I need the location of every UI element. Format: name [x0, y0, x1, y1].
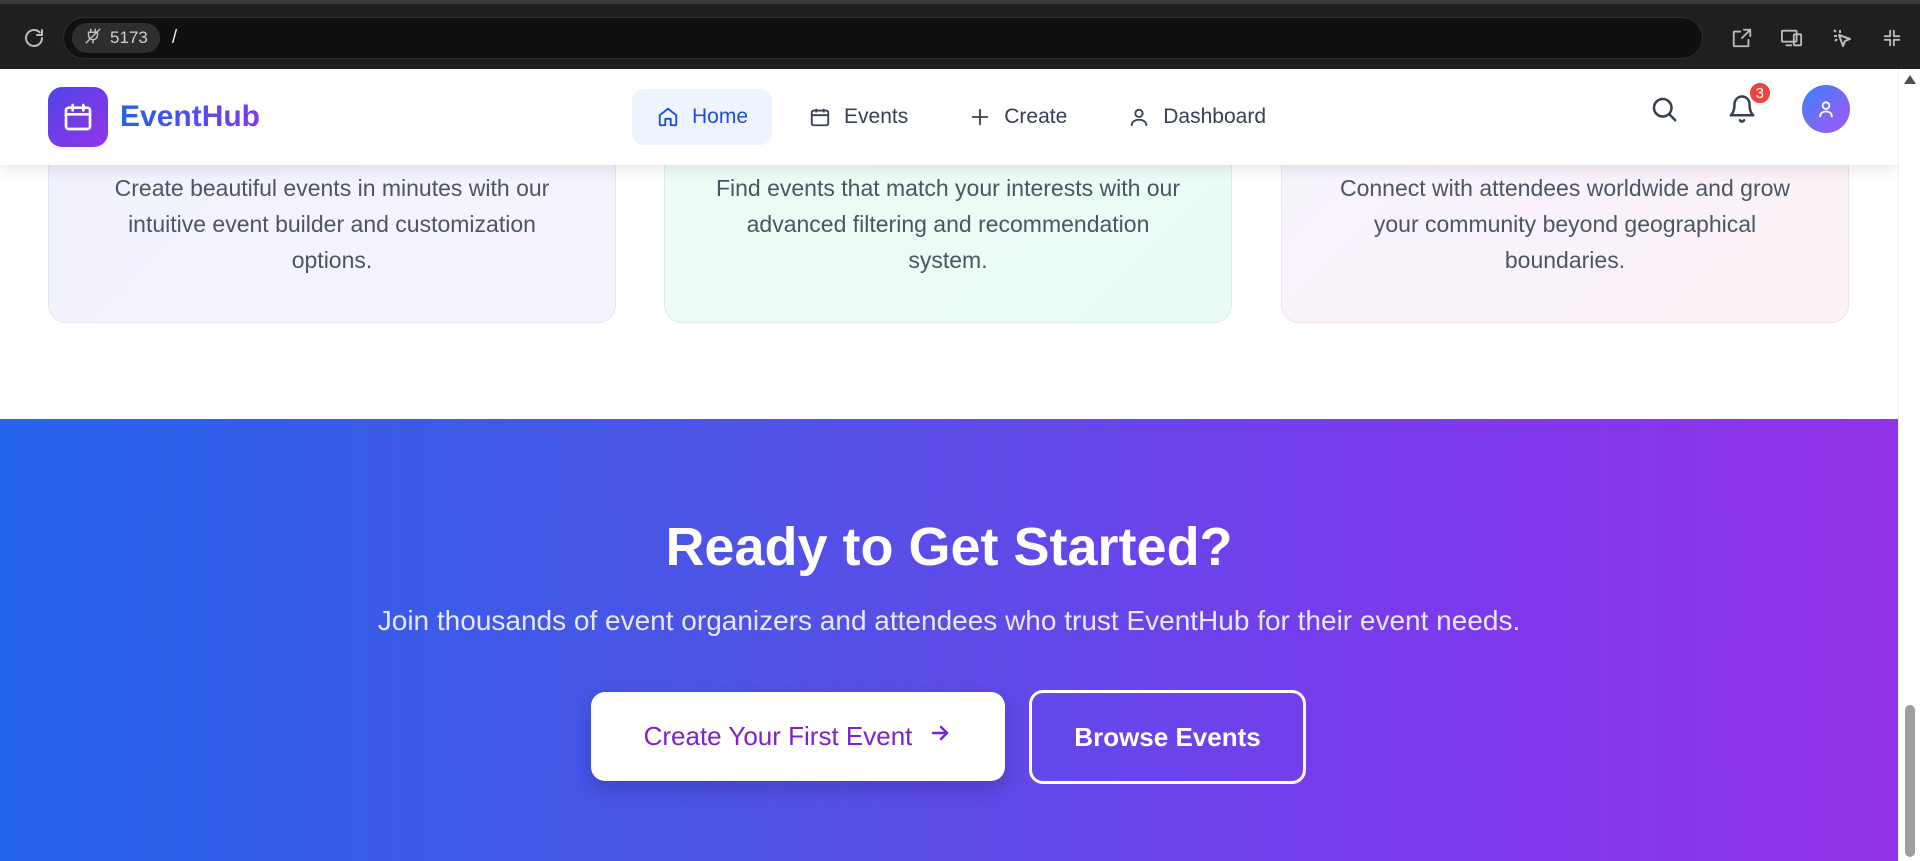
- cta-title: Ready to Get Started?: [665, 517, 1233, 577]
- button-label: Create Your First Event: [643, 721, 913, 751]
- nav-label: Create: [1004, 105, 1068, 128]
- feature-description: Connect with attendees worldwide and gro…: [1339, 175, 1791, 273]
- cursor-select-icon[interactable]: [1828, 24, 1856, 52]
- arrow-right-icon: [928, 721, 952, 752]
- port-indicator[interactable]: 5173: [72, 23, 160, 53]
- logo-text[interactable]: EventHub: [120, 99, 260, 135]
- plug-off-icon: [84, 27, 102, 50]
- user-icon: [1127, 105, 1151, 129]
- reload-icon[interactable]: [20, 24, 48, 52]
- port-number: 5173: [110, 28, 148, 47]
- nav-label: Events: [844, 105, 909, 128]
- create-first-event-button[interactable]: Create Your First Event: [591, 692, 1005, 781]
- collapse-icon[interactable]: [1878, 24, 1906, 52]
- plus-icon: [968, 105, 992, 129]
- feature-description: Create beautiful events in minutes with …: [114, 175, 550, 273]
- calendar-icon: [64, 103, 92, 131]
- devices-icon[interactable]: [1778, 24, 1806, 52]
- page-viewport: Create beautiful events in minutes with …: [0, 69, 1898, 861]
- avatar[interactable]: [1802, 85, 1850, 133]
- notification-badge: 3: [1747, 81, 1772, 105]
- browse-events-button[interactable]: Browse Events: [1029, 690, 1306, 784]
- main-nav: Home Events Create Dashboard: [632, 89, 1290, 145]
- address-bar[interactable]: 5173 /: [63, 17, 1703, 59]
- open-external-icon[interactable]: [1728, 24, 1756, 52]
- notifications-button[interactable]: 3: [1724, 81, 1772, 127]
- nav-label: Dashboard: [1163, 105, 1266, 128]
- site-header: EventHub Home Events Create Dashboard 3: [0, 69, 1898, 165]
- feature-description: Find events that match your interests wi…: [715, 175, 1181, 273]
- nav-label: Home: [692, 105, 749, 128]
- scrollbar-thumb[interactable]: [1905, 705, 1915, 857]
- cta-section: Ready to Get Started? Join thousands of …: [0, 419, 1898, 861]
- browser-toolbar: 5173 /: [0, 0, 1920, 69]
- nav-item-events[interactable]: Events: [784, 89, 932, 145]
- search-icon[interactable]: [1646, 91, 1682, 127]
- user-icon: [1819, 101, 1833, 118]
- nav-item-dashboard[interactable]: Dashboard: [1103, 89, 1290, 145]
- page-scrollbar[interactable]: [1898, 69, 1920, 861]
- calendar-icon: [808, 105, 832, 129]
- scroll-up-arrow[interactable]: [1904, 75, 1916, 84]
- logo-mark[interactable]: [48, 87, 108, 147]
- cta-subtitle: Join thousands of event organizers and a…: [377, 605, 1521, 636]
- home-icon: [656, 105, 680, 129]
- nav-item-home[interactable]: Home: [632, 89, 773, 145]
- url-path: /: [171, 27, 178, 48]
- nav-item-create[interactable]: Create: [944, 89, 1091, 145]
